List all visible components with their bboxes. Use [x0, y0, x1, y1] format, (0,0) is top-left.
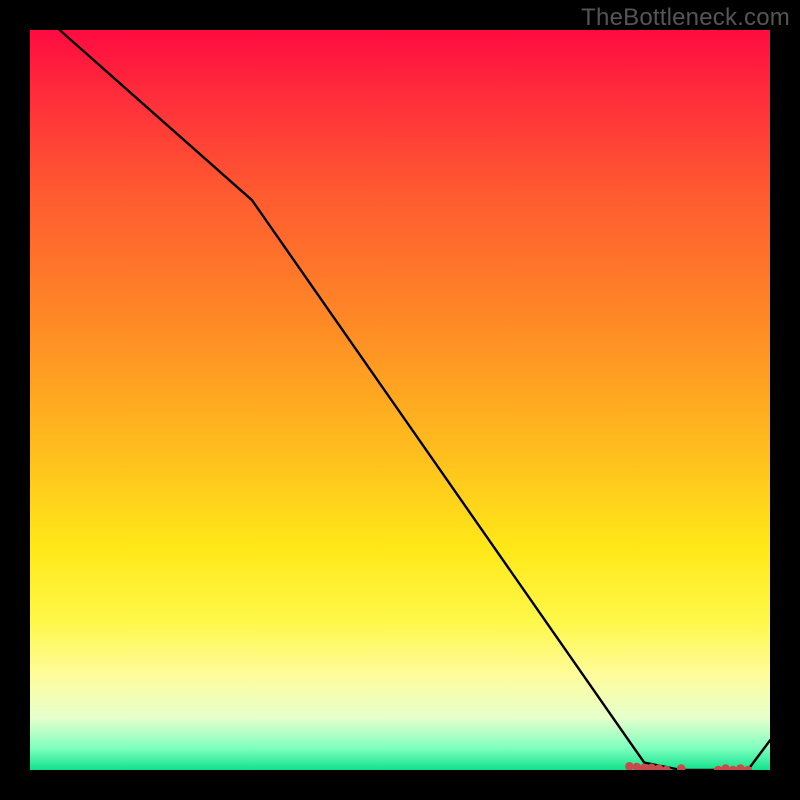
plot-area — [30, 30, 770, 770]
chart-svg — [30, 30, 770, 770]
watermark-text: TheBottleneck.com — [581, 4, 790, 32]
marker-dot — [633, 763, 642, 770]
chart-line — [60, 30, 770, 770]
chart-frame: TheBottleneck.com — [0, 0, 800, 800]
marker-dot — [721, 764, 730, 770]
marker-dot — [640, 763, 649, 770]
marker-dot — [625, 762, 634, 770]
marker-dot — [677, 764, 686, 770]
marker-dot — [714, 766, 723, 770]
marker-dot — [729, 766, 738, 770]
marker-dot — [736, 764, 745, 770]
